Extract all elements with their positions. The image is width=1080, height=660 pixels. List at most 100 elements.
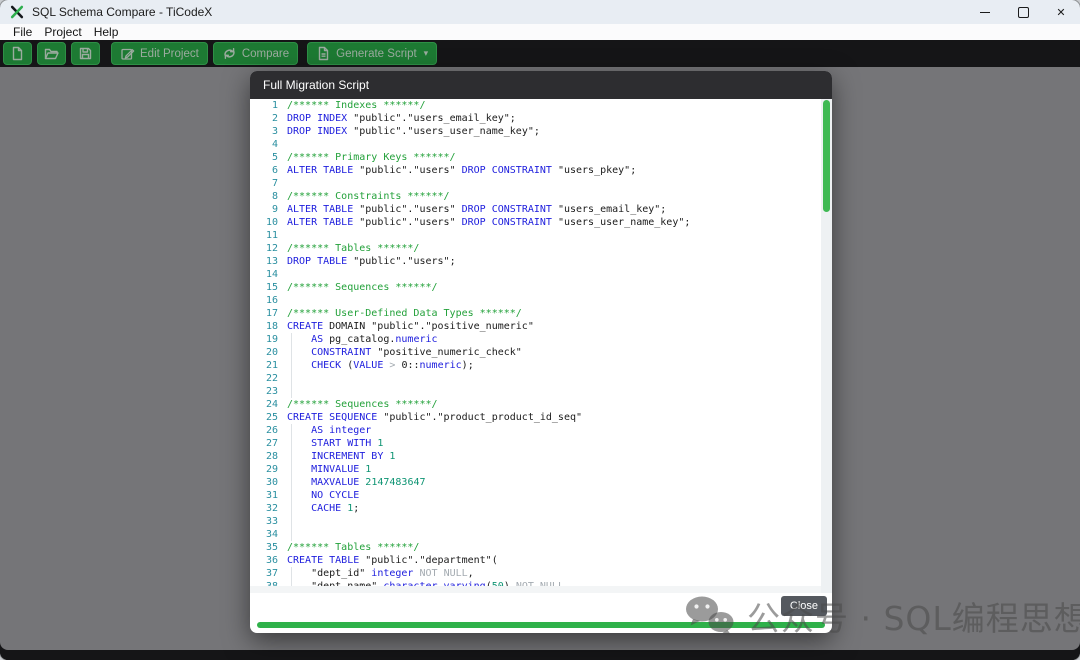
progress-bar bbox=[257, 622, 825, 628]
indent-guide bbox=[291, 567, 292, 580]
line-number: 4 bbox=[271, 139, 278, 150]
toolbar: Edit Project Compare Generate Script ▾ bbox=[0, 40, 1080, 67]
menu-file[interactable]: File bbox=[7, 25, 38, 39]
dialog-footer: Close bbox=[250, 593, 832, 633]
minimize-icon bbox=[980, 11, 990, 13]
indent-guide bbox=[291, 333, 292, 346]
sql-script-editor[interactable]: 1/****** Indexes ******/2 DROP INDEX "pub… bbox=[250, 99, 832, 593]
line-number: 14 bbox=[265, 269, 278, 280]
line-number: 6 bbox=[271, 165, 278, 176]
close-window-icon: ✕ bbox=[1056, 6, 1066, 19]
generate-script-button[interactable]: Generate Script ▾ bbox=[307, 42, 438, 65]
line-number: 11 bbox=[265, 230, 278, 241]
code-line: 25 CREATE SEQUENCE "public"."product_prod… bbox=[250, 411, 832, 424]
code-line: 24/****** Sequences ******/ bbox=[250, 398, 832, 411]
code-line: 1/****** Indexes ******/ bbox=[250, 99, 832, 112]
code-line: 20 CONSTRAINT "positive_numeric_check" bbox=[250, 346, 832, 359]
code-line: 34 bbox=[250, 528, 832, 541]
line-number: 15 bbox=[265, 282, 278, 293]
indent-guide bbox=[291, 450, 292, 463]
line-number: 24 bbox=[265, 399, 278, 410]
code-line: 5/****** Primary Keys ******/ bbox=[250, 151, 832, 164]
migration-script-dialog: Full Migration Script 1/****** Indexes *… bbox=[250, 71, 832, 633]
code-line: 4 bbox=[250, 138, 832, 151]
minimize-button[interactable] bbox=[966, 0, 1004, 24]
line-number: 29 bbox=[265, 464, 278, 475]
line-number: 26 bbox=[265, 425, 278, 436]
code-line: 3 DROP INDEX "public"."users_user_name_ke… bbox=[250, 125, 832, 138]
code-line: 21 CHECK (VALUE > 0::numeric); bbox=[250, 359, 832, 372]
menu-help[interactable]: Help bbox=[88, 25, 125, 39]
open-project-button[interactable] bbox=[37, 42, 66, 65]
maximize-icon bbox=[1017, 6, 1029, 18]
indent-guide bbox=[291, 476, 292, 489]
code-line: 22 bbox=[250, 372, 832, 385]
app-window: SQL Schema Compare - TiCodeX ✕ File Proj… bbox=[0, 0, 1080, 660]
edit-project-label: Edit Project bbox=[140, 47, 199, 60]
line-number: 17 bbox=[265, 308, 278, 319]
scrollbar-thumb[interactable] bbox=[823, 100, 830, 212]
code-line: 2 DROP INDEX "public"."users_email_key"; bbox=[250, 112, 832, 125]
code-line: 30 MAXVALUE 2147483647 bbox=[250, 476, 832, 489]
new-project-button[interactable] bbox=[3, 42, 32, 65]
line-number: 37 bbox=[265, 568, 278, 579]
indent-guide bbox=[291, 515, 292, 528]
vertical-scrollbar[interactable] bbox=[821, 99, 832, 593]
save-project-button[interactable] bbox=[71, 42, 100, 65]
code-line: 29 MINVALUE 1 bbox=[250, 463, 832, 476]
save-icon bbox=[79, 47, 92, 60]
line-number: 13 bbox=[265, 256, 278, 267]
code-line: 31 NO CYCLE bbox=[250, 489, 832, 502]
new-file-icon bbox=[12, 46, 23, 61]
indent-guide bbox=[291, 424, 292, 437]
edit-project-button[interactable]: Edit Project bbox=[111, 42, 208, 65]
indent-guide bbox=[291, 437, 292, 450]
line-number: 16 bbox=[265, 295, 278, 306]
line-number: 19 bbox=[265, 334, 278, 345]
line-number: 22 bbox=[265, 373, 278, 384]
code-line: 37 "dept_id" integer NOT NULL, bbox=[250, 567, 832, 580]
line-number: 5 bbox=[271, 152, 278, 163]
line-number: 7 bbox=[271, 178, 278, 189]
menu-bar: File Project Help bbox=[0, 24, 1080, 40]
close-button[interactable]: Close bbox=[780, 596, 827, 616]
line-number: 3 bbox=[271, 126, 278, 137]
indent-guide bbox=[291, 346, 292, 359]
maximize-button[interactable] bbox=[1004, 0, 1042, 24]
code-line: 14 bbox=[250, 268, 832, 281]
main-area: Full Migration Script 1/****** Indexes *… bbox=[0, 67, 1080, 660]
horizontal-scrollbar[interactable] bbox=[250, 586, 821, 593]
line-number: 23 bbox=[265, 386, 278, 397]
line-number: 18 bbox=[265, 321, 278, 332]
menu-project[interactable]: Project bbox=[38, 25, 87, 39]
code-line: 15/****** Sequences ******/ bbox=[250, 281, 832, 294]
line-number: 28 bbox=[265, 451, 278, 462]
line-number: 8 bbox=[271, 191, 278, 202]
window-controls: ✕ bbox=[966, 0, 1080, 24]
code-line: 16 bbox=[250, 294, 832, 307]
indent-guide bbox=[291, 502, 292, 515]
close-window-button[interactable]: ✕ bbox=[1042, 0, 1080, 24]
compare-button[interactable]: Compare bbox=[212, 42, 299, 65]
generate-script-label: Generate Script bbox=[336, 47, 417, 60]
code-line: 10 ALTER TABLE "public"."users" DROP CONS… bbox=[250, 216, 832, 229]
edit-icon bbox=[121, 48, 135, 60]
code-line: 23 bbox=[250, 385, 832, 398]
generate-script-icon bbox=[318, 46, 329, 61]
code-line: 32 CACHE 1; bbox=[250, 502, 832, 515]
open-folder-icon bbox=[44, 48, 59, 60]
compare-label: Compare bbox=[241, 47, 290, 60]
indent-guide bbox=[291, 359, 292, 372]
code-line: 12/****** Tables ******/ bbox=[250, 242, 832, 255]
code-line: 35/****** Tables ******/ bbox=[250, 541, 832, 554]
code-line: 33 bbox=[250, 515, 832, 528]
line-number: 25 bbox=[265, 412, 278, 423]
window-title: SQL Schema Compare - TiCodeX bbox=[32, 5, 213, 19]
indent-guide bbox=[291, 372, 292, 385]
code-line: 18 CREATE DOMAIN "public"."positive_numer… bbox=[250, 320, 832, 333]
app-logo-icon bbox=[10, 5, 24, 19]
dialog-header: Full Migration Script bbox=[250, 71, 832, 99]
line-number: 34 bbox=[265, 529, 278, 540]
code-line: 6 ALTER TABLE "public"."users" DROP CONST… bbox=[250, 164, 832, 177]
code-line: 9 ALTER TABLE "public"."users" DROP CONST… bbox=[250, 203, 832, 216]
